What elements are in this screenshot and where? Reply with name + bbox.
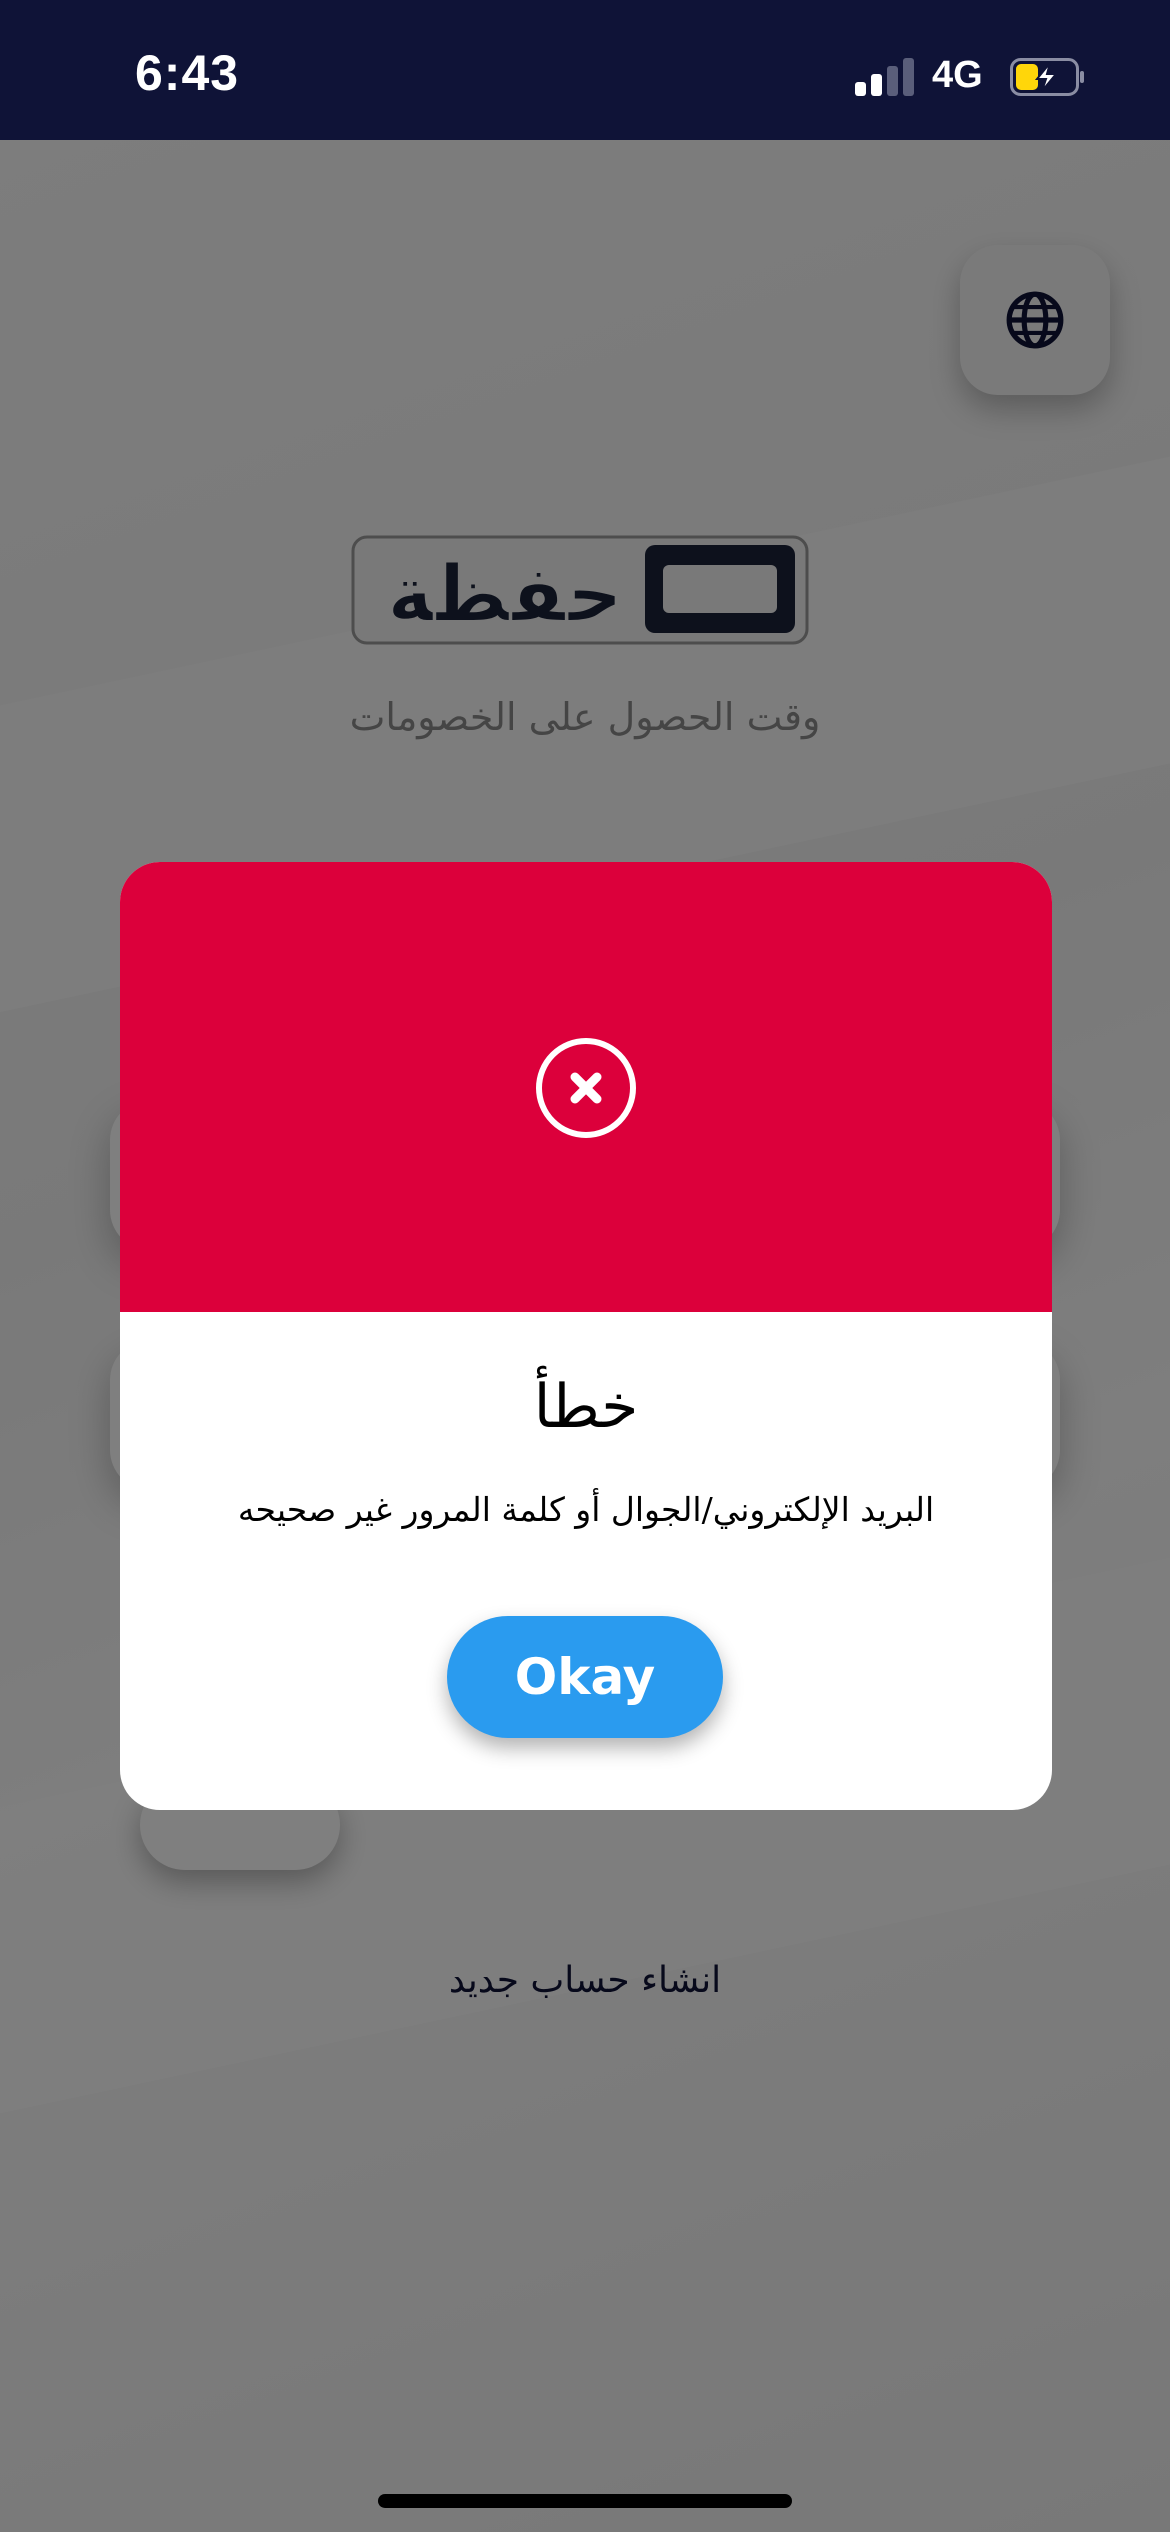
status-bar: 6:43 4G xyxy=(0,0,1170,140)
home-indicator[interactable] xyxy=(378,2494,792,2508)
status-time: 6:43 xyxy=(135,45,240,101)
close-circle-icon xyxy=(536,1038,636,1138)
network-type: 4G xyxy=(932,54,983,96)
battery-charging-icon xyxy=(1010,58,1084,96)
dialog-title: خطأ xyxy=(533,1372,639,1442)
cellular-signal-icon xyxy=(855,58,915,96)
okay-button[interactable]: Okay xyxy=(447,1616,723,1738)
dialog-message: البريد الإلكتروني/الجوال أو كلمة المرور … xyxy=(237,1490,935,1529)
error-dialog: خطأ البريد الإلكتروني/الجوال أو كلمة الم… xyxy=(120,862,1052,1810)
dialog-header xyxy=(120,862,1052,1312)
